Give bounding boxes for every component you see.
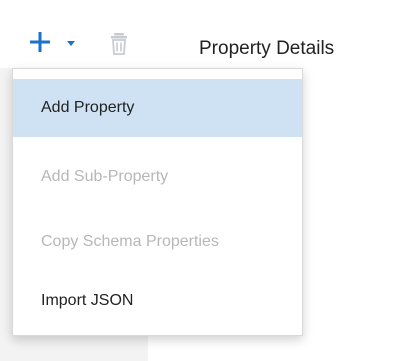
trash-icon (108, 30, 130, 56)
menu-item-add-sub-property[interactable]: Add Sub-Property (13, 148, 302, 206)
delete-property-button[interactable] (108, 30, 130, 56)
plus-icon (30, 32, 50, 52)
menu-item-add-property[interactable]: Add Property (13, 79, 302, 137)
schema-editor: Property Details Add Property Add Sub-Pr… (0, 0, 397, 361)
add-dropdown-button[interactable] (24, 28, 82, 62)
toolbar: Property Details (0, 0, 397, 68)
caret-down-icon (66, 40, 76, 48)
menu-item-import-json[interactable]: Import JSON (13, 272, 302, 330)
panel-title: Property Details (199, 38, 335, 59)
menu-item-copy-schema-properties[interactable]: Copy Schema Properties (13, 213, 302, 271)
add-dropdown-menu: Add Property Add Sub-Property Copy Schem… (12, 68, 303, 336)
